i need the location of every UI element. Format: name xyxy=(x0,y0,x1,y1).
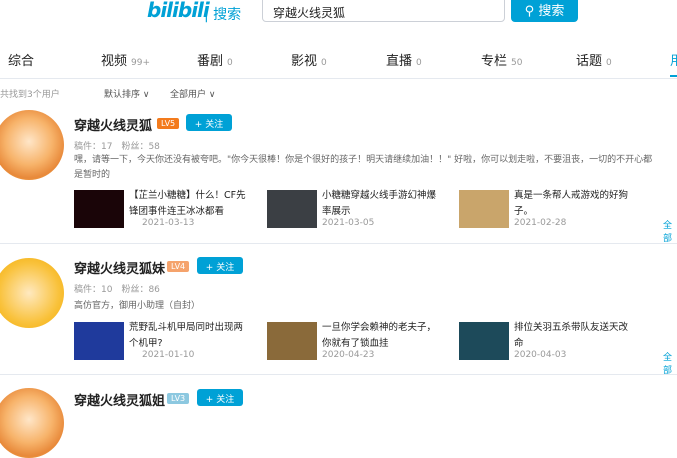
user-description: 嘿，请等一下，今天你还没有被夸吧。"你今天很棒！你是个很好的孩子！明天请继续加油… xyxy=(74,155,653,180)
search-button[interactable]: ⚲ 搜索 xyxy=(511,0,578,22)
user-stats: 稿件：10 粉丝：86 xyxy=(74,285,160,295)
tab-film[interactable]: 影视 0 xyxy=(291,50,327,69)
tab-all[interactable]: 综合 xyxy=(8,50,34,69)
tab-video[interactable]: 视频 99+ xyxy=(101,50,150,69)
video-title[interactable]: 排位关羽五杀带队友送天改命 xyxy=(514,320,634,352)
video-thumbnail[interactable] xyxy=(459,322,509,360)
video-date: 2020-04-03 xyxy=(514,350,567,360)
all-videos-link[interactable]: 全部 xyxy=(663,218,677,244)
video-thumbnail[interactable] xyxy=(74,190,124,228)
avatar[interactable] xyxy=(0,388,64,458)
level-badge: LV4 xyxy=(167,261,190,272)
logo-subtitle: | 搜索 xyxy=(204,7,242,23)
search-tabs: 综合 视频 99+ 番剧 0 影视 0 直播 0 专栏 50 话题 0 用 xyxy=(0,47,677,79)
video-title[interactable]: 真是一条帮人戒游戏的好狗子。 xyxy=(514,188,634,220)
user-type-dropdown[interactable]: 全部用户 ∨ xyxy=(170,87,215,100)
search-input[interactable]: 穿越火线灵狐 xyxy=(262,0,505,22)
sort-dropdown[interactable]: 默认排序 ∨ xyxy=(104,87,149,100)
avatar[interactable] xyxy=(0,110,64,180)
follow-button[interactable]: + 关注 xyxy=(197,257,243,274)
video-thumbnail[interactable] xyxy=(267,322,317,360)
tab-bangumi[interactable]: 番剧 0 xyxy=(197,50,233,69)
divider xyxy=(0,243,677,244)
all-videos-link[interactable]: 全部 xyxy=(663,350,677,376)
video-date: 2021-02-28 xyxy=(514,218,567,228)
tab-live[interactable]: 直播 0 xyxy=(386,50,422,69)
divider xyxy=(0,374,677,375)
video-thumbnail[interactable] xyxy=(74,322,124,360)
user-name[interactable]: 穿越火线灵狐姐 xyxy=(74,390,165,409)
video-date: 2021-03-05 xyxy=(322,218,375,228)
user-stats: 稿件：17 粉丝：58 xyxy=(74,142,160,152)
level-badge: LV5 xyxy=(157,118,180,129)
search-icon: ⚲ xyxy=(524,4,539,19)
video-thumbnail[interactable] xyxy=(459,190,509,228)
video-title[interactable]: 荒野乱斗机甲局同时出现两个机甲? xyxy=(129,320,249,352)
tab-article[interactable]: 专栏 50 xyxy=(481,50,522,69)
video-thumbnail[interactable] xyxy=(267,190,317,228)
video-title[interactable]: 小糖糖穿越火线手游幻神爆率展示 xyxy=(322,188,442,220)
video-title[interactable]: 【芷兰小糖糖】什么！CF先锋团事件连王冰冰都看 xyxy=(129,188,249,220)
video-date: 2021-01-10 xyxy=(142,350,195,360)
user-description: 高仿官方，御用小助理（自封） xyxy=(74,301,201,311)
user-name[interactable]: 穿越火线灵狐 xyxy=(74,115,152,134)
tab-topic[interactable]: 话题 0 xyxy=(576,50,612,69)
video-title[interactable]: 一旦你学会赖神的老夫子，你就有了锁血挂 xyxy=(322,320,442,352)
result-count: 共找到3个用户 xyxy=(0,90,60,100)
tab-user[interactable]: 用 xyxy=(670,50,677,77)
video-date: 2020-04-23 xyxy=(322,350,375,360)
level-badge: LV3 xyxy=(167,393,190,404)
follow-button[interactable]: + 关注 xyxy=(186,114,232,131)
bilibili-logo[interactable]: bilibili xyxy=(147,0,210,22)
avatar[interactable] xyxy=(0,258,64,328)
user-name[interactable]: 穿越火线灵狐妹 xyxy=(74,258,165,277)
follow-button[interactable]: + 关注 xyxy=(197,389,243,406)
video-date: 2021-03-13 xyxy=(142,218,195,228)
